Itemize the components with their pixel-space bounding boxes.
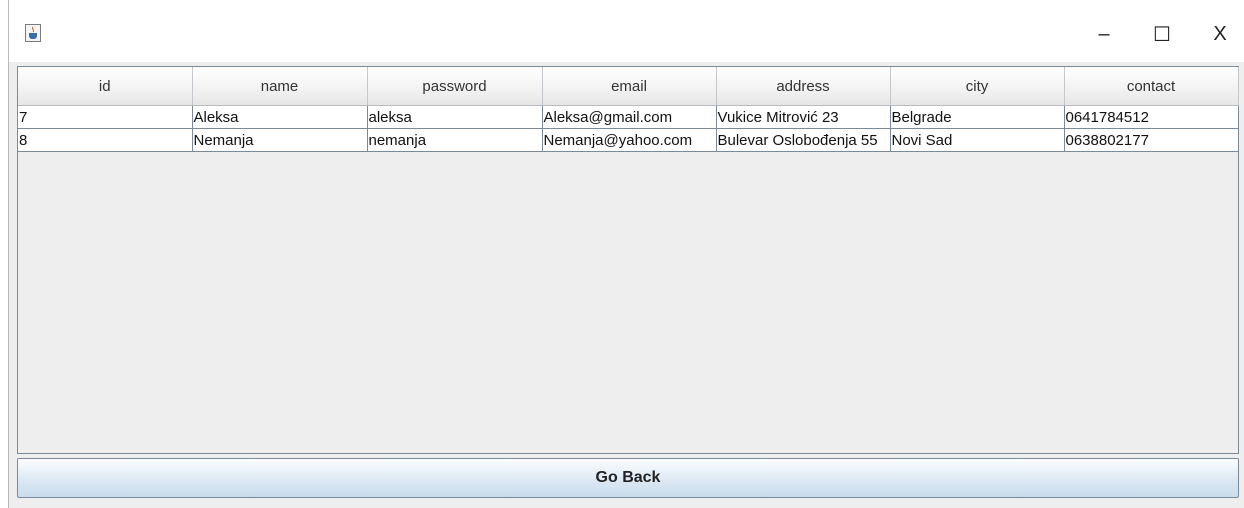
cell-email[interactable]: Aleksa@gmail.com [541,105,717,129]
java-coffee-icon[interactable] [25,24,41,42]
minimize-button[interactable]: – [1081,14,1127,54]
column-header-name[interactable]: name [192,67,368,106]
column-header-contact[interactable]: contact [1064,67,1239,106]
column-header-city[interactable]: city [890,67,1065,106]
cell-id[interactable]: 7 [18,105,193,129]
cell-city[interactable]: Belgrade [889,105,1065,129]
app-window: – ☐ X id name password email address cit… [8,0,1244,508]
cell-name[interactable]: Aleksa [191,105,368,129]
table-row[interactable]: 7 Aleksa aleksa Aleksa@gmail.com Vukice … [18,105,1239,129]
cell-id[interactable]: 8 [18,128,193,152]
cell-contact[interactable]: 0638802177 [1063,128,1239,152]
title-bar: – ☐ X [9,0,1244,62]
cell-email[interactable]: Nemanja@yahoo.com [541,128,717,152]
users-table-scrollpane[interactable]: id name password email address city cont… [17,66,1239,454]
cell-name[interactable]: Nemanja [191,128,368,152]
cell-address[interactable]: Bulevar Oslobođenja 55 [715,128,891,152]
column-header-address[interactable]: address [716,67,891,106]
users-table[interactable]: id name password email address city cont… [18,67,1239,152]
close-button[interactable]: X [1197,14,1243,54]
cell-password[interactable]: aleksa [366,105,543,129]
cell-address[interactable]: Vukice Mitrović 23 [715,105,891,129]
go-back-button[interactable]: Go Back [17,458,1239,498]
table-row[interactable]: 8 Nemanja nemanja Nemanja@yahoo.com Bule… [18,128,1239,152]
table-header-row: id name password email address city cont… [18,67,1239,106]
column-header-id[interactable]: id [18,67,193,106]
column-header-email[interactable]: email [542,67,717,106]
cell-contact[interactable]: 0641784512 [1063,105,1239,129]
cell-password[interactable]: nemanja [366,128,543,152]
maximize-button[interactable]: ☐ [1139,14,1185,54]
cell-city[interactable]: Novi Sad [889,128,1065,152]
column-header-password[interactable]: password [367,67,543,106]
